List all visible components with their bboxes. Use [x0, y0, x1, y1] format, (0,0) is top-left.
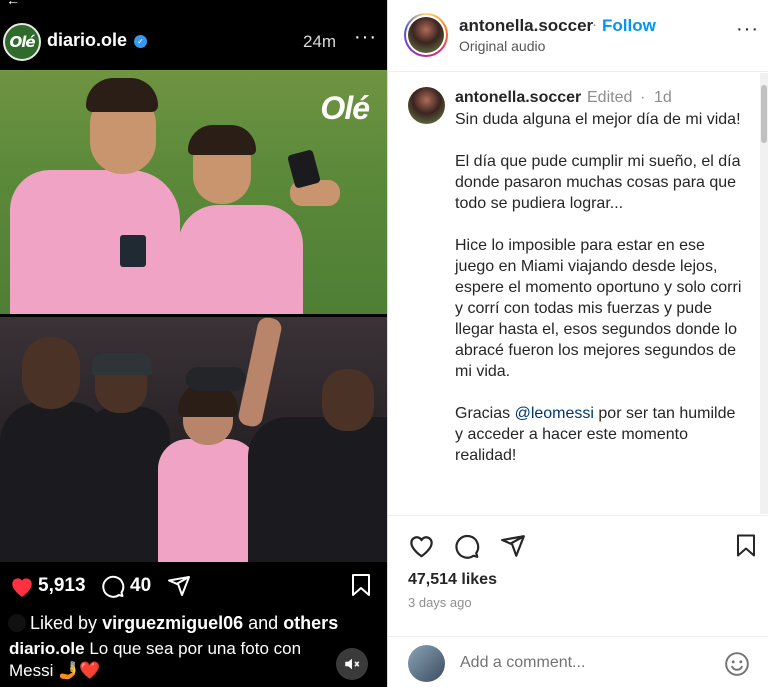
emoji-icon[interactable]	[724, 651, 750, 682]
mention-link[interactable]: @leomessi	[515, 405, 594, 422]
verified-badge-icon: ✓	[134, 35, 147, 48]
comments-count[interactable]: 40	[130, 575, 151, 597]
comment-author[interactable]: antonella.soccer	[455, 89, 581, 107]
comment-body: Sin duda alguna el mejor día de mi vida!…	[455, 109, 745, 487]
account-avatar[interactable]: Olé	[3, 23, 41, 61]
liker-avatar	[8, 614, 26, 632]
comment-paragraph-3: Hice lo imposible para estar en ese jueg…	[455, 237, 742, 380]
likes-count[interactable]: 47,514 likes	[408, 571, 497, 589]
more-options-icon[interactable]: ···	[736, 18, 759, 41]
liked-by-line: Liked by virguezmiguel06 and others	[8, 613, 338, 634]
likes-count[interactable]: 5,913	[38, 575, 86, 597]
comment-edited: Edited	[587, 89, 633, 106]
comments-section: antonella.soccer Edited · 1d Sin duda al…	[388, 73, 758, 514]
author-avatar[interactable]	[404, 13, 448, 57]
liked-by-user[interactable]: virguezmiguel06	[102, 613, 243, 633]
muted-speaker-icon[interactable]	[336, 648, 368, 680]
author-username[interactable]: antonella.soccer	[459, 16, 593, 36]
reel-video[interactable]: Olé	[0, 70, 387, 562]
bottom-photo	[0, 317, 387, 562]
viewer-avatar	[408, 645, 445, 682]
comment-author-avatar[interactable]	[408, 87, 445, 124]
reel-panel: ← Olé diario.ole ✓ 24m ··· Olé 5,913 40 …	[0, 0, 387, 687]
scrollbar-thumb[interactable]	[761, 85, 767, 143]
post-date: 3 days ago	[408, 595, 472, 610]
comments-scrollbar[interactable]	[760, 73, 768, 514]
thanks-text: Gracias	[455, 405, 511, 422]
more-icon[interactable]: ···	[354, 26, 377, 49]
send-icon[interactable]	[167, 574, 191, 603]
account-name[interactable]: diario.ole	[47, 30, 127, 51]
comment-icon[interactable]	[454, 533, 480, 564]
top-strip: ←	[0, 0, 387, 8]
bookmark-icon[interactable]	[735, 533, 757, 563]
post-header: antonella.soccer · Follow Original audio…	[388, 0, 768, 72]
liked-by-prefix: Liked by	[30, 613, 98, 633]
caption-user[interactable]: diario.ole	[9, 639, 85, 658]
back-arrow-icon[interactable]: ←	[6, 0, 20, 8]
comment-icon[interactable]	[101, 574, 125, 603]
reel-caption: diario.ole Lo que sea por una foto con M…	[9, 638, 339, 682]
comment-paragraph-2: El día que pude cumplir mi sueño, el día…	[455, 153, 741, 212]
reel-actions: 5,913 40	[0, 570, 387, 602]
add-comment-input[interactable]	[460, 650, 710, 676]
follow-button[interactable]: Follow	[602, 16, 656, 36]
post-time: 24m	[303, 32, 337, 51]
comment-age: 1d	[654, 89, 672, 106]
header-separator: ·	[592, 16, 597, 33]
liked-by-and: and	[248, 613, 279, 633]
share-icon[interactable]	[500, 533, 526, 564]
comment-dot: ·	[640, 89, 646, 106]
reel-header: Olé diario.ole ✓ 24m ···	[0, 20, 387, 66]
comment-paragraph-1: Sin duda alguna el mejor día de mi vida!	[455, 111, 741, 128]
top-photo: Olé	[0, 70, 387, 314]
save-icon[interactable]	[350, 573, 372, 602]
post-actions: 47,514 likes 3 days ago	[388, 515, 768, 635]
post-details-panel: antonella.soccer · Follow Original audio…	[387, 0, 768, 687]
liked-by-others[interactable]: others	[283, 613, 338, 633]
audio-label[interactable]: Original audio	[459, 38, 545, 54]
ole-watermark: Olé	[320, 90, 370, 126]
heart-filled-icon[interactable]	[9, 574, 35, 603]
add-comment-bar	[388, 636, 768, 687]
avatar-logo-text: Olé	[9, 33, 35, 51]
heart-outline-icon[interactable]	[408, 533, 435, 563]
comment-paragraph-4: Gracias @leomessi por ser tan humilde y …	[455, 403, 745, 466]
